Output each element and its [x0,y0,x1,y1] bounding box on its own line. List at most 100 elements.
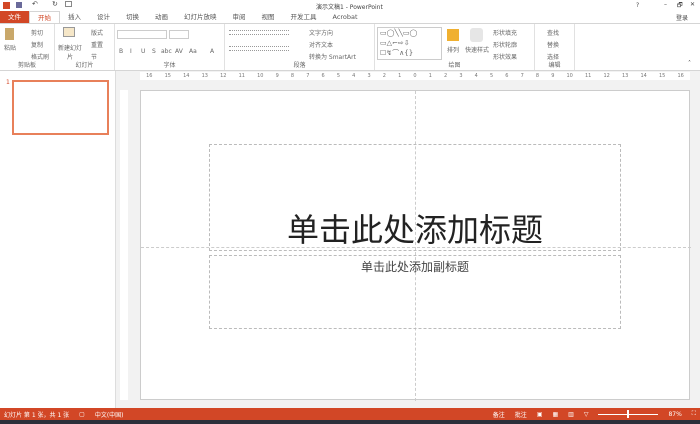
spellcheck-icon[interactable]: ▢ [79,411,85,418]
status-bar: 幻灯片 第 1 张，共 1 张 ▢ 中文(中国) 备注 批注 ▣ ▦ ▥ ▽ 8… [0,408,700,420]
clipboard-group: 粘贴 剪切 复制 格式刷 剪贴板 [0,24,55,70]
vertical-ruler[interactable] [120,90,128,400]
taskbar [0,420,700,424]
cut-button[interactable]: 剪切 [31,28,43,37]
ruler-tick: 6 [505,73,509,79]
slide-sorter-icon[interactable]: ▦ [552,411,558,418]
layout-button[interactable]: 版式 [91,28,103,37]
zoom-slider-thumb[interactable] [627,410,630,418]
bold-button[interactable]: B [119,48,123,55]
font-color-button[interactable]: A [210,48,214,55]
tab-developer[interactable]: 开发工具 [283,11,325,23]
ruler-tick: 7 [520,73,524,79]
notes-button[interactable]: 备注 [493,410,505,419]
horizontal-ruler[interactable]: 16 15 14 13 12 11 10 9 8 7 6 5 4 3 2 1 0 1 2 3 4 5 6 7 8 9 10 11 12 1… [140,72,690,80]
help-button[interactable]: ? [636,2,639,9]
tab-slideshow[interactable]: 幻灯片放映 [176,11,225,23]
powerpoint-logo-icon [3,2,10,9]
redo-icon[interactable]: ↻ [52,0,58,8]
ruler-tick: 4 [474,73,478,79]
ruler-tick: 5 [336,73,340,79]
undo-icon[interactable]: ↶ [32,0,38,8]
ruler-tick: 8 [535,73,540,79]
editing-group: 查找 替换 选择 编辑 [535,24,575,70]
ruler-tick: 13 [201,73,208,79]
close-button[interactable]: ✕ [690,1,695,8]
tab-acrobat[interactable]: Acrobat [325,11,366,23]
login-link[interactable]: 登录 [676,13,688,22]
bullets-icon[interactable] [229,30,289,35]
normal-view-icon[interactable]: ▣ [537,411,543,418]
zoom-level[interactable]: 87% [668,411,681,418]
slide-canvas[interactable]: 单击此处添加标题 单击此处添加副标题 [140,90,691,401]
replace-button[interactable]: 替换 [547,40,559,49]
tab-animations[interactable]: 动画 [147,11,176,23]
presentation-icon[interactable] [65,1,72,7]
tab-insert[interactable]: 插入 [60,11,89,23]
reset-button[interactable]: 重置 [91,40,103,49]
editing-label: 编辑 [548,62,561,69]
ruler-tick: 15 [659,73,666,79]
ruler-tick: 1 [398,73,402,79]
tab-home[interactable]: 开始 [29,11,60,23]
paste-button[interactable]: 粘贴 [4,43,16,52]
ruler-tick: 12 [220,73,227,79]
language-indicator[interactable]: 中文(中国) [95,410,124,419]
ruler-tick: 10 [566,73,573,79]
shadow-button[interactable]: S [152,48,156,55]
italic-button[interactable]: I [130,48,132,55]
clipboard-label: 剪贴板 [17,62,36,69]
ruler-tick: 4 [352,73,356,79]
font-size-dropdown[interactable] [169,30,189,39]
shapes-gallery[interactable]: ▭◯╲╲▭◯ ▭△⌐⇨⇩ ☐↯⌒∧{} [377,27,442,60]
ruler-tick: 5 [489,73,494,79]
font-group: B I U S abc AV Aa A 字体 [115,24,225,70]
paste-icon[interactable] [5,28,14,40]
paragraph-label: 段落 [293,62,306,69]
drawing-label: 绘图 [448,62,461,69]
tab-transitions[interactable]: 切换 [118,11,147,23]
arrange-icon[interactable] [447,29,459,41]
fit-slide-icon[interactable]: ⛶ [692,410,696,418]
quick-styles-icon[interactable] [470,28,483,42]
tab-review[interactable]: 审阅 [225,11,254,23]
thumbnail-number: 1 [6,79,10,86]
new-slide-icon[interactable] [63,27,75,37]
copy-button[interactable]: 复制 [31,40,43,49]
change-case-button[interactable]: Aa [189,48,197,55]
tab-view[interactable]: 视图 [254,11,283,23]
font-label: 字体 [163,62,176,69]
alignment-icons[interactable] [229,46,289,51]
reading-view-icon[interactable]: ▥ [568,411,574,418]
char-spacing-button[interactable]: AV [175,48,183,55]
strikethrough-button[interactable]: abc [161,48,172,55]
title-placeholder[interactable]: 单击此处添加标题 [209,144,621,251]
ruler-tick: 6 [321,73,325,79]
subtitle-placeholder[interactable]: 单击此处添加副标题 [209,255,621,329]
shape-outline-button[interactable]: 形状轮廓 [493,40,517,49]
tab-file[interactable]: 文件 [0,11,29,23]
zoom-slider[interactable] [598,410,659,418]
quick-styles-button[interactable]: 快速样式 [465,45,489,54]
underline-button[interactable]: U [141,48,145,55]
text-direction-button[interactable]: 文字方向 [309,28,333,37]
minimize-button[interactable]: – [664,1,667,8]
font-name-dropdown[interactable] [117,30,167,39]
comments-button[interactable]: 批注 [515,410,527,419]
shape-fill-button[interactable]: 形状填充 [493,28,517,37]
collapse-ribbon-icon[interactable]: ˄ [688,60,691,67]
slideshow-icon[interactable]: ▽ [584,411,589,418]
align-text-button[interactable]: 对齐文本 [309,40,333,49]
tab-design[interactable]: 设计 [89,11,118,23]
paragraph-group: 文字方向 对齐文本 转换为 SmartArt 段落 [225,24,375,70]
save-icon[interactable] [16,2,22,8]
ruler-tick: 11 [238,73,245,79]
new-slide-button[interactable]: 新建幻灯片 [57,43,83,61]
arrange-button[interactable]: 排列 [447,45,459,54]
ruler-tick: 15 [164,73,171,79]
slide-thumbnail[interactable] [12,80,109,135]
ribbon: 粘贴 剪切 复制 格式刷 剪贴板 新建幻灯片 版式 重置 节 幻灯片 B I U… [0,23,700,71]
maximize-button[interactable]: 🗗 [677,1,683,11]
ruler-tick: 1 [428,73,432,79]
find-button[interactable]: 查找 [547,28,559,37]
